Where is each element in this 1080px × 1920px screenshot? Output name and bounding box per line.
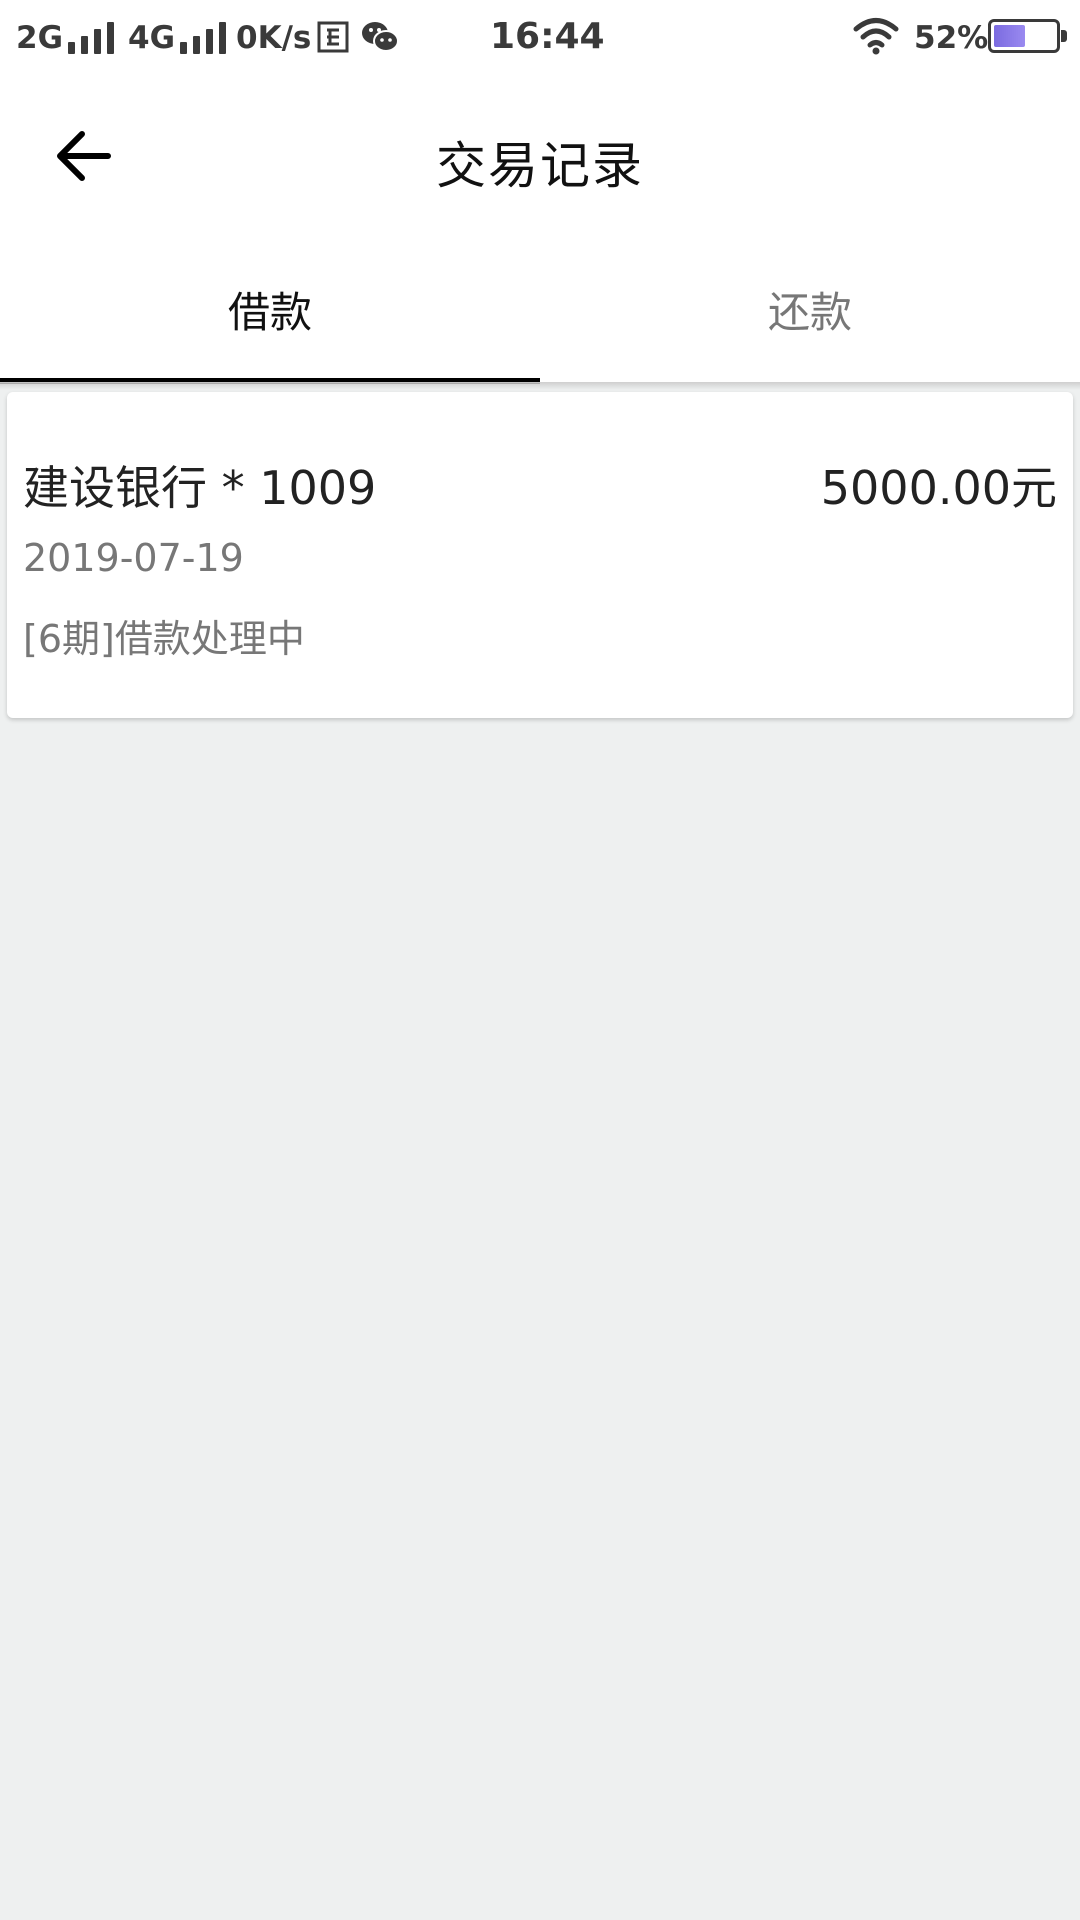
list-item[interactable]: 建设银行 * 1009 5000.00元 2019-07-19 [6期]借款处理… [7, 392, 1073, 718]
record-status: [6期]借款处理中 [23, 617, 305, 661]
network-2g-label: 2G [16, 20, 64, 56]
status-bar: 2G 4G 0K/s 16:44 52% [0, 0, 1080, 76]
divider [0, 382, 1080, 390]
notification-icon [317, 21, 349, 53]
page-title: 交易记录 [436, 137, 644, 195]
network-speed: 0K/s [236, 20, 312, 56]
clock: 16:44 [490, 16, 605, 57]
wifi-icon [853, 18, 899, 55]
record-date: 2019-07-19 [23, 536, 244, 580]
tab-bar: 借款 还款 [0, 236, 1080, 384]
loan-amount: 5000.00元 [820, 461, 1057, 515]
signal-icon [68, 20, 116, 54]
battery-icon [988, 19, 1067, 53]
network-4g-label: 4G [128, 20, 176, 56]
tab-repayment[interactable]: 还款 [540, 236, 1080, 382]
bank-account: 建设银行 * 1009 [23, 461, 377, 515]
signal-icon [180, 20, 228, 54]
tab-loan[interactable]: 借款 [0, 236, 540, 382]
wechat-icon [362, 22, 399, 52]
app-bar: 交易记录 [0, 76, 1080, 236]
battery-percent: 52% [914, 20, 989, 56]
